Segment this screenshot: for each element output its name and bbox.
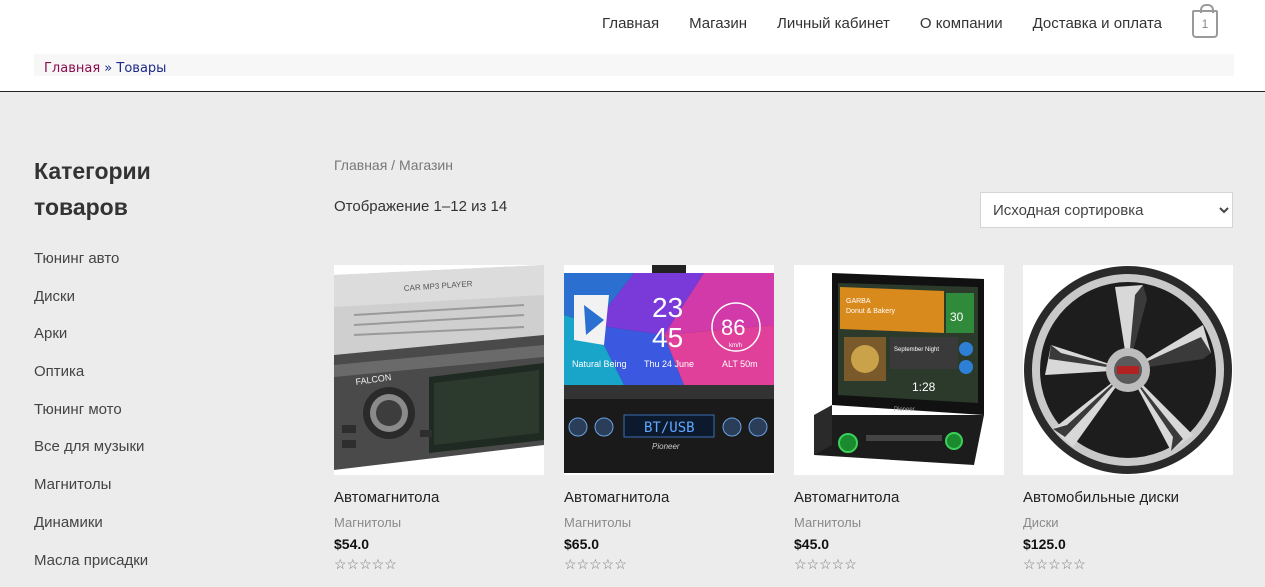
category-item[interactable]: Динамики	[34, 513, 148, 551]
category-item[interactable]: Все для музыки	[34, 437, 148, 475]
product-category[interactable]: Магнитолы	[334, 515, 401, 530]
category-item[interactable]: Оптика	[34, 362, 148, 400]
product-card: GARBA Donut & Bakery 30 September Night …	[794, 265, 1004, 572]
product-title[interactable]: Автомобильные диски	[1023, 489, 1179, 506]
image-brand-text: Pioneer	[652, 442, 680, 451]
product-price: $125.0	[1023, 536, 1066, 552]
product-image-wheel-rim[interactable]	[1023, 265, 1233, 475]
star-rating: ☆☆☆☆☆	[564, 556, 627, 572]
breadcrumb-current: Товары	[116, 61, 167, 76]
breadcrumb: Главная » Товары	[34, 54, 1234, 76]
product-title[interactable]: Автомагнитола	[794, 489, 899, 506]
category-item[interactable]: Арки	[34, 324, 148, 362]
product-price: $54.0	[334, 536, 370, 552]
product-card: 23 45 86 km/h Natural Being Thu 24 June …	[564, 265, 774, 572]
image-artist: GARBA	[846, 298, 871, 305]
product-price: $65.0	[564, 536, 600, 552]
product-price: $45.0	[794, 536, 830, 552]
nav-shop[interactable]: Магазин	[689, 15, 747, 33]
image-brand-text: Pioneer	[894, 407, 915, 413]
star-rating: ☆☆☆☆☆	[794, 556, 857, 572]
category-item[interactable]: Магнитолы	[34, 475, 148, 513]
shop-breadcrumb-current: Магазин	[398, 157, 453, 173]
star-rating: ☆☆☆☆☆	[334, 556, 397, 572]
category-item[interactable]: Диски	[34, 287, 148, 325]
breadcrumb-separator: »	[104, 61, 113, 76]
cart-count: 1	[1201, 17, 1209, 31]
product-card: Автомобильные диски Диски $125.0 ☆☆☆☆☆	[1023, 265, 1233, 572]
image-left-label: Natural Being	[572, 359, 627, 369]
product-image-car-stereo[interactable]: 23 45 86 km/h Natural Being Thu 24 June …	[564, 265, 774, 475]
nav-home[interactable]: Главная	[602, 15, 659, 33]
result-count: Отображение 1–12 из 14	[334, 198, 508, 215]
category-item[interactable]: Тюнинг авто	[34, 249, 148, 287]
category-list: Тюнинг авто Диски Арки Оптика Тюнинг мот…	[34, 249, 148, 587]
shop-breadcrumb: Главная / Магазин	[334, 157, 453, 173]
product-category[interactable]: Магнитолы	[794, 515, 861, 530]
product-category[interactable]: Магнитолы	[564, 515, 631, 530]
image-right-label: ALT 50m	[722, 359, 758, 369]
image-song: September Night	[894, 347, 939, 353]
category-item[interactable]: Тюнинг мото	[34, 400, 148, 438]
category-item[interactable]: Масла присадки	[34, 551, 148, 587]
image-album: Donut & Bakery	[846, 308, 896, 315]
product-image-car-stereo[interactable]: GARBA Donut & Bakery 30 September Night …	[794, 265, 1004, 475]
product-category[interactable]: Диски	[1023, 515, 1059, 530]
image-time-minutes: 45	[652, 322, 683, 353]
shop-breadcrumb-home[interactable]: Главная	[334, 157, 387, 173]
breadcrumb-home[interactable]: Главная	[44, 61, 100, 76]
sort-select[interactable]: Исходная сортировка	[980, 192, 1233, 228]
image-clock: 1:28	[912, 380, 936, 394]
main-nav: Главная Магазин Личный кабинет О компани…	[602, 15, 1162, 33]
star-rating: ☆☆☆☆☆	[1023, 556, 1086, 572]
nav-account[interactable]: Личный кабинет	[777, 15, 890, 33]
product-card: CAR MP3 PLAYER FALCON Автомагнитола Магн…	[334, 265, 544, 572]
product-image-car-stereo[interactable]: CAR MP3 PLAYER FALCON	[334, 265, 544, 475]
product-title[interactable]: Автомагнитола	[564, 489, 669, 506]
nav-delivery[interactable]: Доставка и оплата	[1033, 15, 1162, 33]
image-mid-label: Thu 24 June	[644, 359, 694, 369]
image-speed-unit: km/h	[729, 343, 742, 349]
sidebar-title: Категории товаров	[34, 158, 151, 220]
image-speed: 86	[721, 315, 745, 340]
image-temperature: 30	[950, 310, 964, 324]
cart-icon[interactable]: 1	[1192, 4, 1218, 38]
shop-breadcrumb-separator: /	[387, 157, 399, 173]
image-display-text: BT/USB	[644, 420, 695, 436]
nav-about[interactable]: О компании	[920, 15, 1003, 33]
product-title[interactable]: Автомагнитола	[334, 489, 439, 506]
image-time-hours: 23	[652, 292, 683, 323]
site-header: Главная Магазин Личный кабинет О компани…	[0, 0, 1265, 92]
